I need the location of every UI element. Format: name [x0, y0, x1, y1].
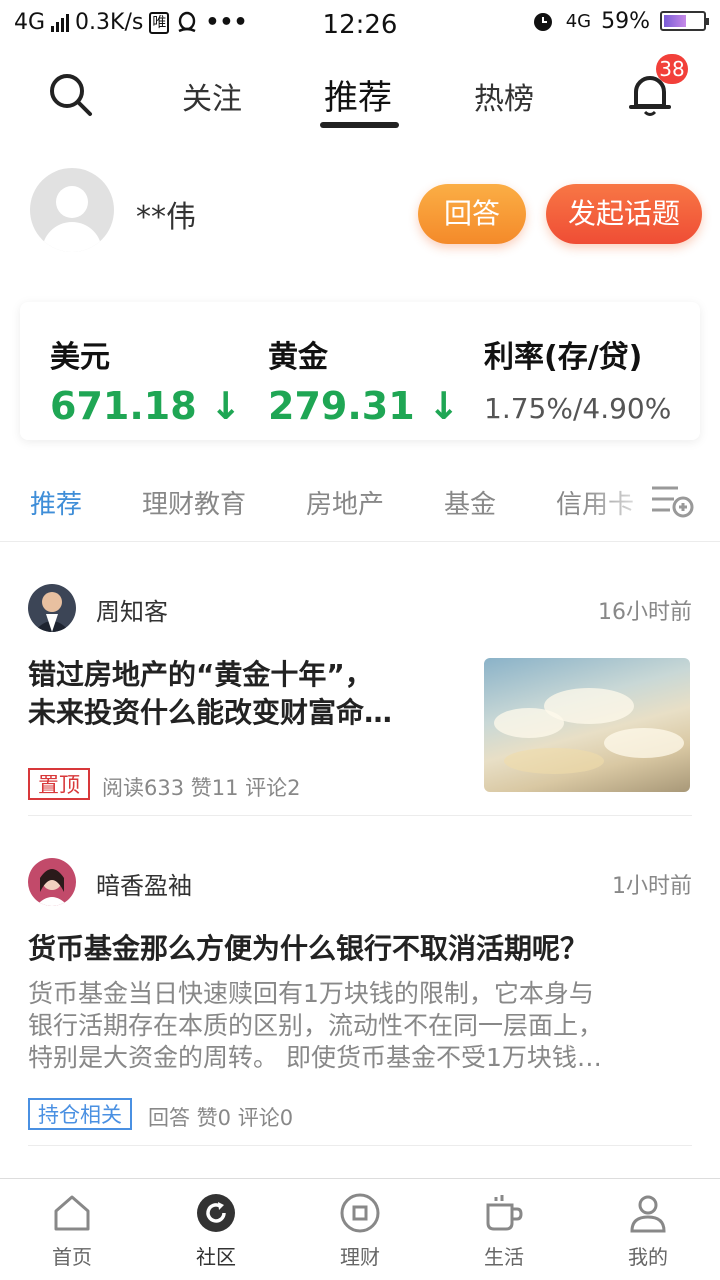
- nav-community[interactable]: 社区: [166, 1193, 266, 1270]
- post-title[interactable]: 货币基金那么方便为什么银行不取消活期呢？: [28, 930, 588, 968]
- category-manage-icon[interactable]: [650, 484, 694, 518]
- tab-recommend[interactable]: 推荐: [324, 70, 392, 119]
- rate-interest: 利率(存/贷) 1.75%/4.90%: [484, 332, 671, 425]
- post-title-line2[interactable]: 未来投资什么能改变财富命…: [28, 694, 392, 732]
- post-title[interactable]: 错过房地产的“黄金十年”，: [28, 656, 373, 694]
- nav-home[interactable]: 首页: [22, 1193, 122, 1270]
- alarm-icon: [533, 13, 552, 31]
- answer-button[interactable]: 回答: [418, 184, 526, 244]
- post-summary-line1[interactable]: 货币基金当日快速赎回有1万块钱的限制，它本身与: [28, 978, 594, 1010]
- category-real-estate[interactable]: 房地产: [306, 484, 384, 521]
- notification-badge: 38: [656, 54, 688, 84]
- status-bar: 4G 0.3K/s 唯 ••• 12:26 4G 59%: [0, 0, 720, 50]
- user-icon: [630, 1195, 666, 1233]
- post-thumbnail[interactable]: [484, 658, 690, 792]
- post-stats: 回答 赞0 评论0: [148, 1106, 294, 1130]
- nav-me[interactable]: 我的: [598, 1193, 698, 1270]
- author-name[interactable]: 周知客: [96, 592, 168, 627]
- avatar[interactable]: [30, 168, 114, 252]
- rate-usd: 美元 671.18 ↓: [50, 332, 242, 428]
- battery-icon: [660, 11, 709, 31]
- rate-name: 利率(存/贷): [484, 340, 643, 375]
- post-summary-line3[interactable]: 特别是大资金的周转。 即使货币基金不受1万块钱…: [28, 1042, 602, 1074]
- nav-finance[interactable]: 理财: [310, 1193, 410, 1270]
- bottom-nav: 首页 社区 理财 生活 我的: [0, 1178, 720, 1280]
- search-icon[interactable]: [46, 70, 94, 118]
- battery-percent: 59%: [601, 8, 650, 34]
- category-tabs: 推荐 理财教育 房地产 基金 信用卡: [0, 472, 720, 542]
- holding-tag: 持仓相关: [28, 1098, 132, 1130]
- username: **伟: [136, 200, 196, 235]
- post-stats: 阅读633 赞11 评论2: [102, 776, 301, 800]
- nav-label: 理财: [340, 1245, 380, 1269]
- active-tab-indicator: [320, 122, 399, 128]
- community-icon: [197, 1194, 235, 1232]
- pinned-tag: 置顶: [28, 768, 90, 800]
- post-time: 1小时前: [612, 874, 692, 899]
- nav-label: 首页: [52, 1245, 92, 1269]
- nav-label: 生活: [484, 1245, 524, 1269]
- author-avatar[interactable]: [28, 584, 76, 632]
- category-finance-education[interactable]: 理财教育: [142, 484, 246, 521]
- rate-value: 671.18 ↓: [50, 384, 242, 428]
- coffee-cup-icon: [486, 1195, 523, 1231]
- rate-value: 279.31 ↓: [268, 384, 460, 428]
- post-card[interactable]: 周知客 16小时前 错过房地产的“黄金十年”， 未来投资什么能改变财富命… 置顶…: [28, 584, 692, 816]
- home-icon: [54, 1195, 90, 1231]
- tab-hot[interactable]: 热榜: [474, 74, 534, 118]
- category-recommend[interactable]: 推荐: [30, 484, 82, 521]
- nav-label: 社区: [196, 1245, 236, 1269]
- rate-gold: 黄金 279.31 ↓: [268, 332, 460, 428]
- tab-follow[interactable]: 关注: [182, 74, 242, 118]
- category-fund[interactable]: 基金: [444, 484, 496, 521]
- network-type-right: 4G: [565, 10, 592, 32]
- rates-card[interactable]: 美元 671.18 ↓ 黄金 279.31 ↓ 利率(存/贷) 1.75%/4.…: [20, 302, 700, 440]
- coin-icon: [340, 1193, 380, 1233]
- nav-life[interactable]: 生活: [454, 1193, 554, 1270]
- post-summary-line2[interactable]: 银行活期存在本质的区别，流动性不在同一层面上，: [28, 1010, 603, 1042]
- start-topic-button[interactable]: 发起话题: [546, 184, 702, 244]
- author-avatar[interactable]: [28, 858, 76, 906]
- top-bar: 关注 推荐 热榜: [0, 50, 720, 140]
- post-card[interactable]: 暗香盈袖 1小时前 货币基金那么方便为什么银行不取消活期呢？ 货币基金当日快速赎…: [28, 858, 692, 1146]
- post-time: 16小时前: [598, 600, 692, 625]
- rate-name: 黄金: [268, 340, 328, 375]
- rate-value: 1.75%/4.90%: [484, 392, 672, 425]
- rate-name: 美元: [50, 340, 110, 375]
- author-name[interactable]: 暗香盈袖: [96, 866, 192, 901]
- nav-label: 我的: [628, 1245, 668, 1269]
- fade-overlay: [580, 472, 660, 532]
- user-row: **伟 回答 发起话题: [0, 160, 720, 260]
